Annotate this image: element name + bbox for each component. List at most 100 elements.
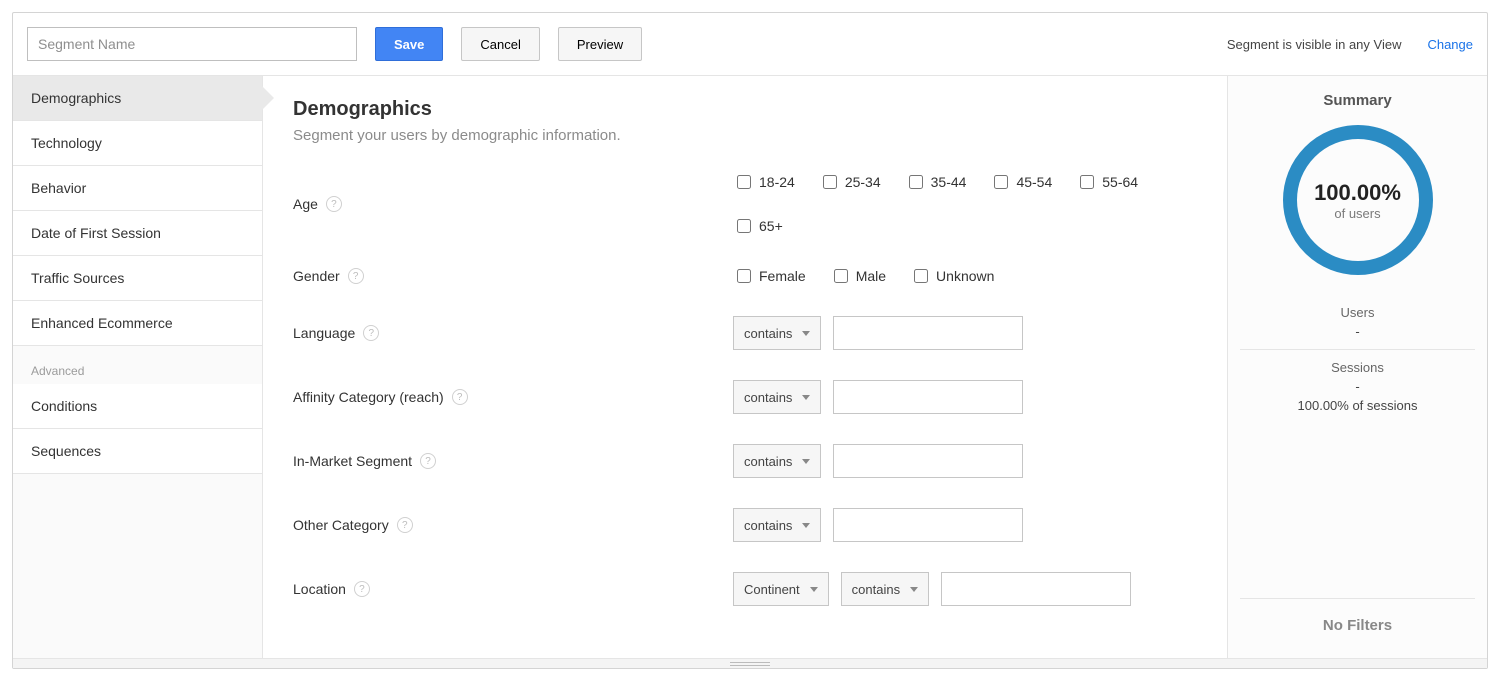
row-language: Language ? contains	[293, 316, 1197, 350]
label-affinity: Affinity Category (reach)	[293, 389, 444, 405]
help-icon[interactable]: ?	[354, 581, 370, 597]
sidebar-item-traffic-sources[interactable]: Traffic Sources	[13, 256, 262, 301]
label-in-market: In-Market Segment	[293, 453, 412, 469]
chevron-down-icon	[802, 395, 810, 400]
summary-users-value: -	[1240, 324, 1475, 339]
help-icon[interactable]: ?	[363, 325, 379, 341]
sidebar-group-advanced: Advanced	[13, 346, 262, 384]
sidebar-item-behavior[interactable]: Behavior	[13, 166, 262, 211]
location-value-input[interactable]	[941, 572, 1131, 606]
checkbox[interactable]	[914, 269, 928, 283]
row-in-market: In-Market Segment ? contains	[293, 444, 1197, 478]
gender-option-unknown[interactable]: Unknown	[910, 266, 994, 286]
label-location: Location	[293, 581, 346, 597]
sidebar-item-technology[interactable]: Technology	[13, 121, 262, 166]
summary-title: Summary	[1240, 92, 1475, 109]
option-label: 65+	[759, 218, 783, 234]
chevron-down-icon	[802, 459, 810, 464]
option-label: 35-44	[931, 174, 967, 190]
cancel-button[interactable]: Cancel	[461, 27, 539, 61]
affinity-value-input[interactable]	[833, 380, 1023, 414]
age-option-65-plus[interactable]: 65+	[733, 216, 783, 236]
help-icon[interactable]: ?	[348, 268, 364, 284]
other-category-value-input[interactable]	[833, 508, 1023, 542]
checkbox[interactable]	[1080, 175, 1094, 189]
label-gender: Gender	[293, 268, 340, 284]
checkbox[interactable]	[823, 175, 837, 189]
summary-users: Users -	[1240, 295, 1475, 349]
summary-no-filters: No Filters	[1240, 598, 1475, 642]
age-option-45-54[interactable]: 45-54	[990, 172, 1052, 192]
chevron-down-icon	[910, 587, 918, 592]
gender-option-male[interactable]: Male	[830, 266, 886, 286]
save-button[interactable]: Save	[375, 27, 443, 61]
in-market-value-input[interactable]	[833, 444, 1023, 478]
sidebar-item-enhanced-ecommerce[interactable]: Enhanced Ecommerce	[13, 301, 262, 346]
age-option-25-34[interactable]: 25-34	[819, 172, 881, 192]
summary-percent: 100.00%	[1314, 180, 1401, 206]
summary-sessions-pct: 100.00% of sessions	[1240, 398, 1475, 413]
option-label: 18-24	[759, 174, 795, 190]
row-other-category: Other Category ? contains	[293, 508, 1197, 542]
segment-name-input[interactable]	[27, 27, 357, 61]
segment-builder-panel: Save Cancel Preview Segment is visible i…	[12, 12, 1488, 669]
row-age: Age ? 18-24 25-34 35-44 45-54 55-64 65+	[293, 172, 1197, 236]
page-title: Demographics	[293, 98, 1197, 121]
sidebar-item-conditions[interactable]: Conditions	[13, 384, 262, 429]
chevron-down-icon	[802, 331, 810, 336]
dropdown-value: contains	[744, 326, 792, 341]
summary-sessions: Sessions - 100.00% of sessions	[1240, 349, 1475, 423]
location-scope-dropdown[interactable]: Continent	[733, 572, 829, 606]
sidebar: Demographics Technology Behavior Date of…	[13, 76, 263, 658]
age-option-35-44[interactable]: 35-44	[905, 172, 967, 192]
summary-donut: 100.00% of users	[1283, 125, 1433, 275]
sidebar-item-demographics[interactable]: Demographics	[13, 76, 262, 121]
language-operator-dropdown[interactable]: contains	[733, 316, 821, 350]
page-subtitle: Segment your users by demographic inform…	[293, 127, 1197, 144]
gender-option-female[interactable]: Female	[733, 266, 806, 286]
body: Demographics Technology Behavior Date of…	[13, 76, 1487, 658]
summary-users-label: Users	[1240, 305, 1475, 320]
dropdown-value: contains	[744, 454, 792, 469]
checkbox[interactable]	[994, 175, 1008, 189]
chevron-down-icon	[802, 523, 810, 528]
main-pane: Demographics Segment your users by demog…	[263, 76, 1227, 658]
checkbox[interactable]	[834, 269, 848, 283]
location-operator-dropdown[interactable]: contains	[841, 572, 929, 606]
checkbox[interactable]	[737, 269, 751, 283]
age-option-55-64[interactable]: 55-64	[1076, 172, 1138, 192]
in-market-operator-dropdown[interactable]: contains	[733, 444, 821, 478]
checkbox[interactable]	[737, 219, 751, 233]
visibility-change-link[interactable]: Change	[1427, 37, 1473, 52]
checkbox[interactable]	[737, 175, 751, 189]
dropdown-value: contains	[852, 582, 900, 597]
option-label: 55-64	[1102, 174, 1138, 190]
row-affinity: Affinity Category (reach) ? contains	[293, 380, 1197, 414]
option-label: Unknown	[936, 268, 994, 284]
header-bar: Save Cancel Preview Segment is visible i…	[13, 13, 1487, 76]
help-icon[interactable]: ?	[326, 196, 342, 212]
age-option-18-24[interactable]: 18-24	[733, 172, 795, 192]
grip-icon	[730, 662, 770, 666]
checkbox[interactable]	[909, 175, 923, 189]
other-category-operator-dropdown[interactable]: contains	[733, 508, 821, 542]
preview-button[interactable]: Preview	[558, 27, 642, 61]
sidebar-item-date-first-session[interactable]: Date of First Session	[13, 211, 262, 256]
option-label: 25-34	[845, 174, 881, 190]
dropdown-value: contains	[744, 390, 792, 405]
summary-percent-label: of users	[1334, 206, 1380, 221]
dropdown-value: contains	[744, 518, 792, 533]
help-icon[interactable]: ?	[397, 517, 413, 533]
summary-pane: Summary 100.00% of users Users - Session…	[1227, 76, 1487, 658]
help-icon[interactable]: ?	[452, 389, 468, 405]
resize-handle[interactable]	[13, 658, 1487, 668]
dropdown-value: Continent	[744, 582, 800, 597]
help-icon[interactable]: ?	[420, 453, 436, 469]
affinity-operator-dropdown[interactable]: contains	[733, 380, 821, 414]
summary-sessions-value: -	[1240, 379, 1475, 394]
label-age: Age	[293, 196, 318, 212]
row-gender: Gender ? Female Male Unknown	[293, 266, 1197, 286]
label-other-category: Other Category	[293, 517, 389, 533]
sidebar-item-sequences[interactable]: Sequences	[13, 429, 262, 474]
language-value-input[interactable]	[833, 316, 1023, 350]
